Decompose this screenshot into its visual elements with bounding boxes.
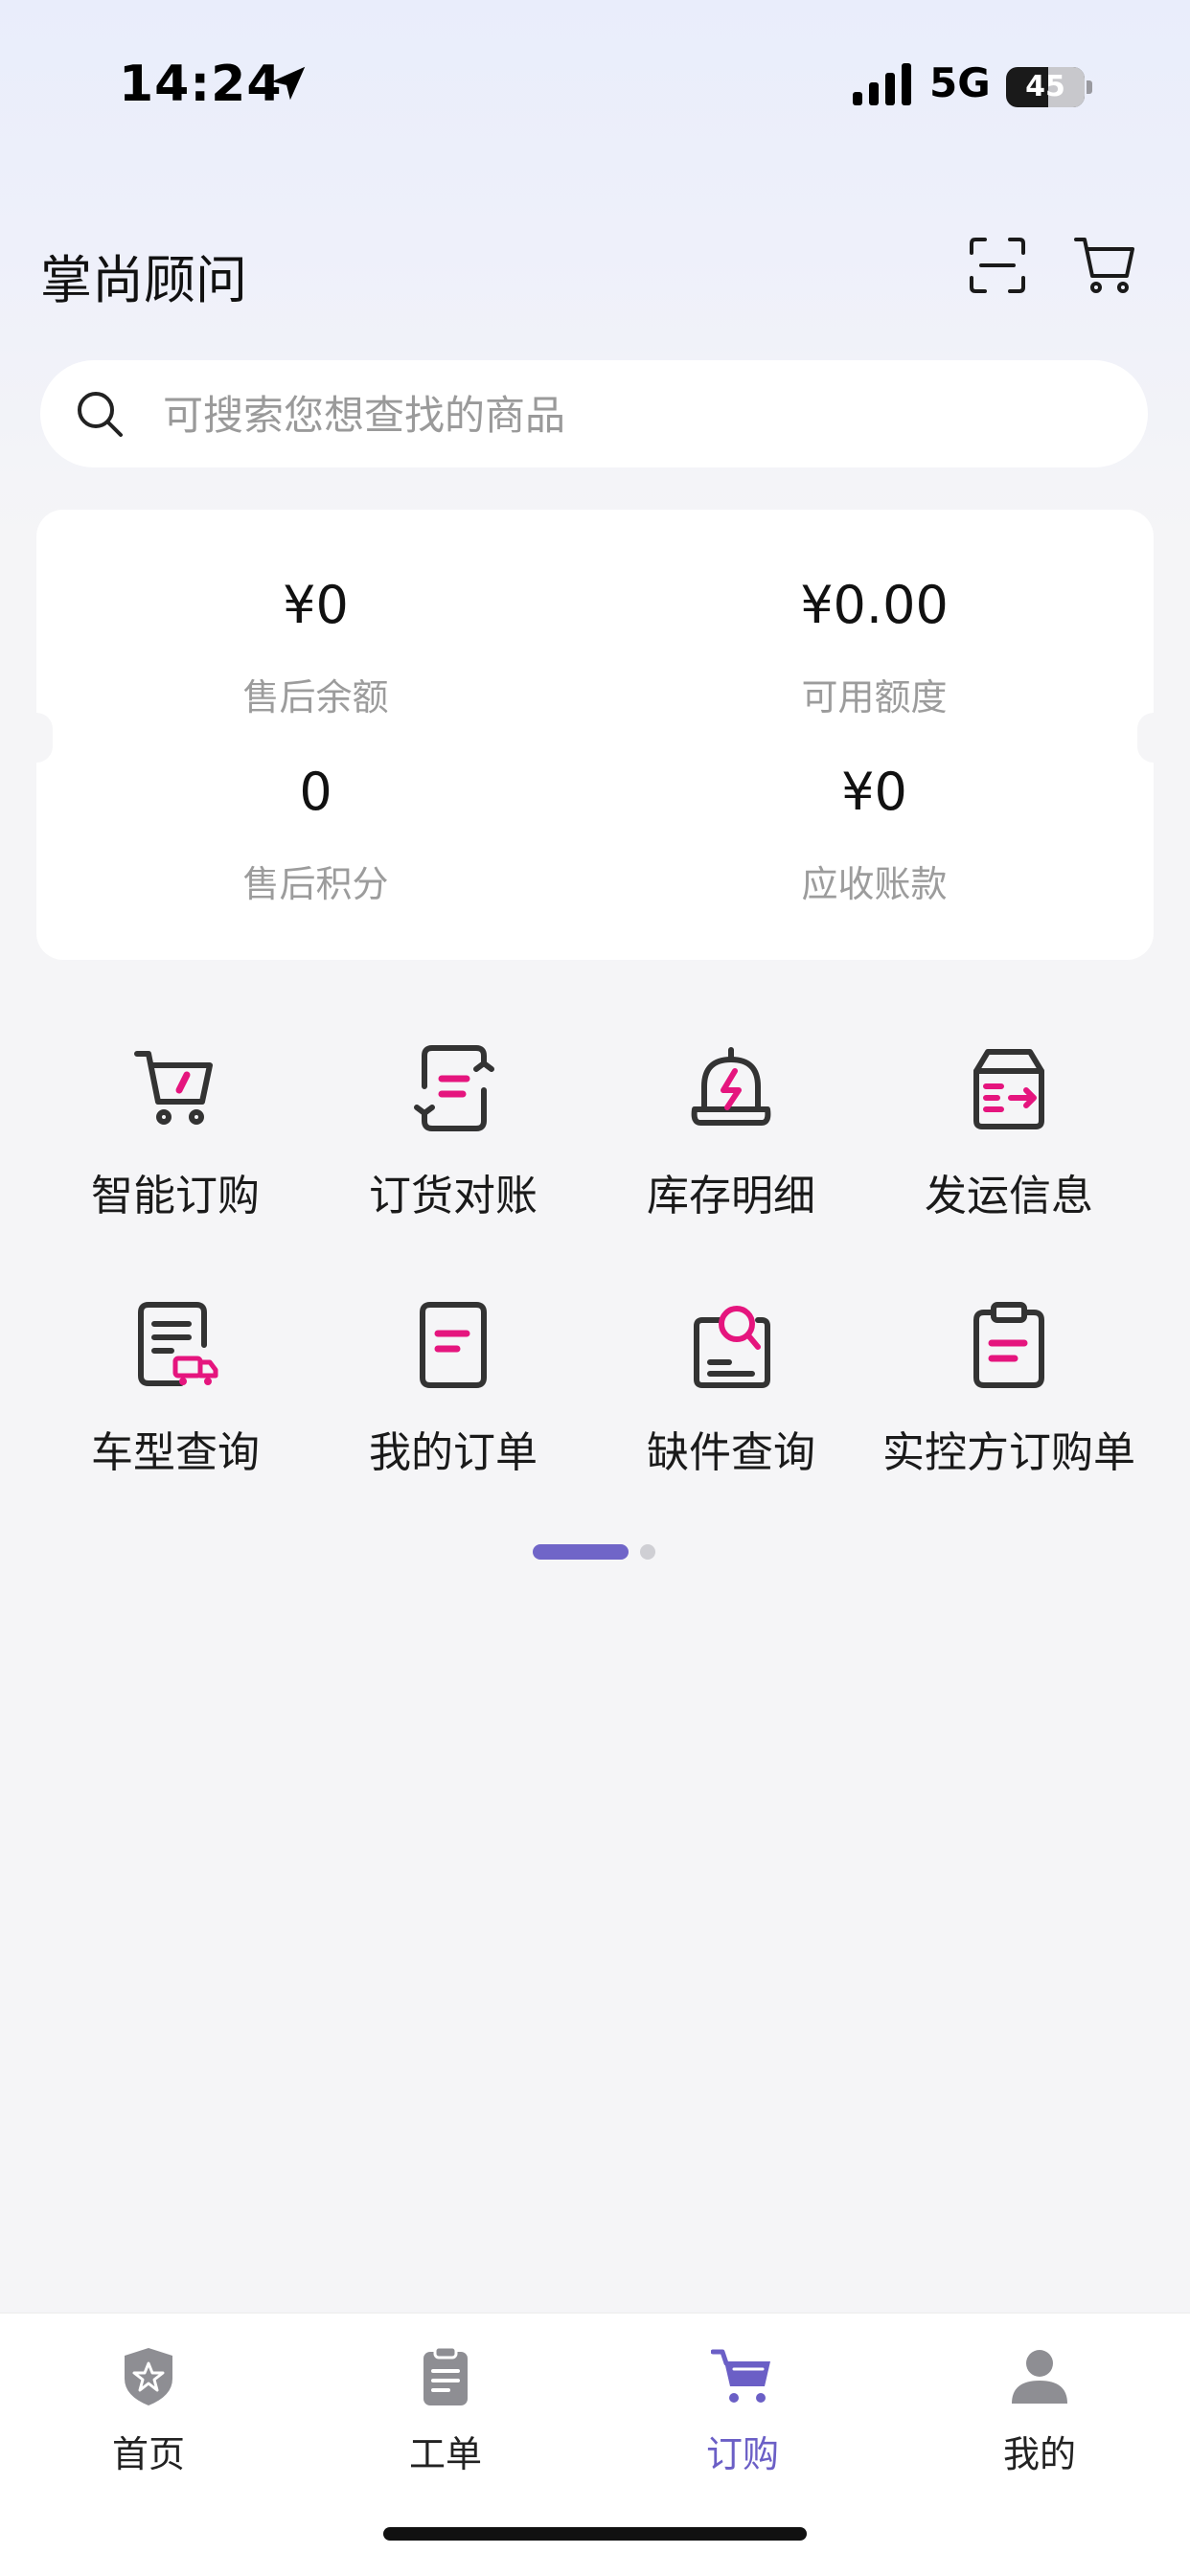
stat-after-sales-balance[interactable]: ¥0 售后余额 [36,575,595,720]
action-label: 缺件查询 [647,1428,815,1477]
status-bar: 14:24 5G 45 [0,0,1190,172]
stat-label: 售后积分 [242,863,389,905]
action-smart-order[interactable]: 智能订购 [36,1042,314,1253]
clipboard-icon [973,1302,1044,1388]
stat-label: 售后余额 [242,676,389,718]
tab-mine[interactable]: 我的 [891,2333,1188,2476]
stock-bell-icon [691,1047,771,1126]
reconcile-icon [414,1045,494,1131]
action-label: 发运信息 [925,1172,1093,1220]
action-label: 实控方订购单 [882,1428,1135,1477]
clipboard-list-icon [423,2345,468,2405]
search-input[interactable] [161,360,1113,469]
action-label: 车型查询 [91,1428,260,1477]
stat-label: 应收账款 [801,863,948,905]
tab-label: 工单 [408,2433,482,2475]
action-label: 我的订单 [369,1428,538,1477]
stat-accounts-receivable[interactable]: ¥0 应收账款 [595,762,1154,907]
page-title: 掌尚顾问 [40,250,247,310]
vehicle-doc-icon [138,1302,218,1386]
pager-indicator-active[interactable] [533,1544,629,1560]
stat-label: 可用额度 [801,676,948,718]
tab-order[interactable]: 订购 [594,2333,891,2476]
action-label: 智能订购 [91,1172,260,1220]
stat-value: ¥0.00 [800,575,949,635]
battery-icon: 45 [1006,67,1085,107]
network-type: 5G [929,59,991,106]
missing-search-icon [694,1306,770,1388]
status-time: 14:24 [119,56,283,113]
stat-value: ¥0 [841,762,907,822]
stat-available-credit[interactable]: ¥0.00 可用额度 [595,575,1154,720]
action-missing-parts-query[interactable]: 缺件查询 [592,1299,870,1510]
tab-work-order[interactable]: 工单 [297,2333,594,2476]
action-controller-purchase-order[interactable]: 实控方订购单 [870,1299,1148,1510]
battery-cap [1087,80,1092,94]
stat-value: ¥0 [283,575,349,635]
balance-card: ¥0 售后余额 ¥0.00 可用额度 0 售后积分 ¥0 应收账款 [20,510,1170,960]
signal-icon [853,63,911,105]
home-shield-icon [125,2348,172,2405]
battery-level: 45 [1025,70,1065,103]
location-arrow-icon [271,66,306,101]
tab-label: 订购 [705,2433,779,2475]
action-order-reconcile[interactable]: 订货对账 [314,1042,592,1253]
cart-icon[interactable] [1073,234,1136,297]
pager-indicator-dot[interactable] [640,1544,655,1560]
home-indicator [383,2527,807,2541]
cart-icon [711,2349,770,2403]
tab-label: 首页 [111,2433,185,2475]
action-my-orders[interactable]: 我的订单 [314,1299,592,1510]
search-bar[interactable] [40,360,1148,469]
action-shipping-info[interactable]: 发运信息 [870,1042,1148,1253]
tab-label: 我的 [1002,2433,1076,2475]
action-label: 库存明细 [647,1172,815,1220]
order-doc-icon [420,1302,487,1388]
smart-cart-icon [134,1051,213,1125]
stat-value: 0 [299,762,332,822]
shipping-box-icon [973,1049,1044,1129]
action-vehicle-query[interactable]: 车型查询 [36,1299,314,1510]
action-label: 订货对账 [369,1172,538,1220]
user-icon [1012,2350,1067,2404]
search-icon [78,392,123,437]
scan-icon[interactable] [968,236,1027,295]
stat-after-sales-points[interactable]: 0 售后积分 [36,762,595,907]
action-stock-detail[interactable]: 库存明细 [592,1042,870,1253]
tab-home[interactable]: 首页 [0,2333,297,2476]
